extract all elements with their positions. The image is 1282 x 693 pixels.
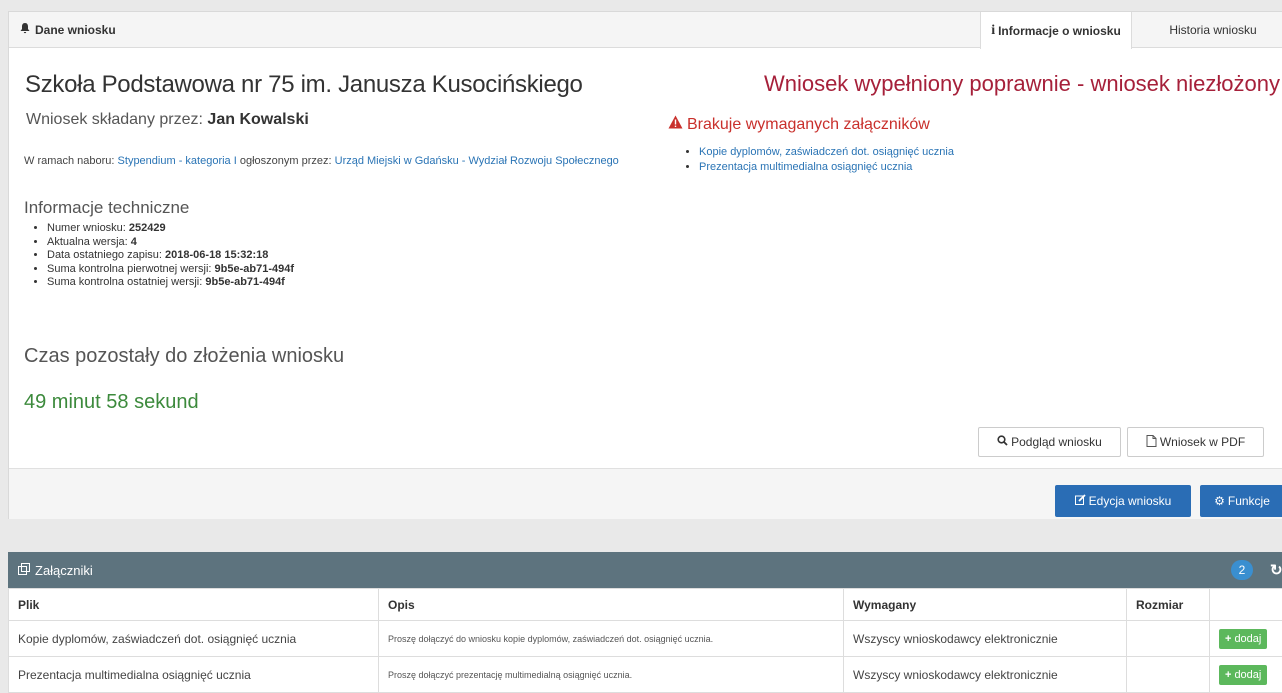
- description-cell: Proszę dołączyć prezentację multimedialn…: [378, 656, 844, 693]
- description-cell: Proszę dołączyć do wniosku kopie dyplomó…: [378, 620, 844, 657]
- edit-icon: [1074, 494, 1086, 508]
- add-button[interactable]: + dodaj: [1219, 664, 1268, 685]
- attachments-panel: Załączniki 2 ↻ Plik Opis Wymagany Rozmia…: [8, 552, 1282, 693]
- file-cell: Prezentacja multimedialna osiągnięć uczn…: [8, 656, 379, 693]
- attachments-table: Plik Opis Wymagany Rozmiar Kopie dyplomó…: [8, 588, 1282, 693]
- add-label: dodaj: [1234, 632, 1262, 645]
- file-cell: Kopie dyplomów, zaświadczeń dot. osiągni…: [8, 620, 379, 657]
- attachments-header: Załączniki 2 ↻: [8, 552, 1282, 588]
- list-item: Numer wniosku: 252429: [47, 222, 294, 236]
- edit-button[interactable]: Edycja wniosku: [1055, 485, 1191, 517]
- table-row: Kopie dyplomów, zaświadczeń dot. osiągni…: [8, 620, 1282, 657]
- edit-label: Edycja wniosku: [1088, 494, 1172, 508]
- submitted-by: Wniosek składany przez: Jan Kowalski: [26, 111, 309, 129]
- required-cell: Wszyscy wnioskodawcy elektronicznie: [843, 656, 1127, 693]
- functions-label: Funkcje: [1227, 494, 1270, 508]
- action-cell: + dodaj: [1209, 620, 1282, 657]
- search-icon: [997, 435, 1008, 449]
- list-item: Data ostatniego zapisu: 2018-06-18 15:32…: [47, 249, 294, 263]
- list-item[interactable]: Prezentacja multimedialna osiągnięć uczn…: [699, 160, 954, 175]
- tab-historia[interactable]: Historia wniosku: [1133, 12, 1282, 48]
- pdf-button[interactable]: Wniosek w PDF: [1127, 427, 1264, 457]
- column-header: [1209, 588, 1282, 621]
- list-item: Suma kontrolna pierwotnej wersji: 9b5e-a…: [47, 263, 294, 277]
- nabor-prefix: W ramach naboru:: [24, 155, 115, 167]
- attachments-title: Załączniki: [18, 563, 93, 578]
- time-remaining-value: 49 minut 58 sekund: [24, 391, 199, 413]
- missing-list: Kopie dyplomów, zaświadczeń dot. osiągni…: [699, 145, 954, 175]
- list-item[interactable]: Kopie dyplomów, zaświadczeń dot. osiągni…: [699, 145, 954, 160]
- warning-icon: [668, 115, 683, 134]
- plus-icon: +: [1225, 632, 1232, 645]
- preview-label: Podgląd wniosku: [1011, 435, 1102, 449]
- panel-title: Dane wniosku: [19, 22, 116, 37]
- list-item: Aktualna wersja: 4: [47, 236, 294, 250]
- size-cell: [1126, 620, 1210, 657]
- tab-informacje[interactable]: i Informacje o wniosku: [980, 12, 1132, 49]
- copy-icon: [18, 563, 30, 578]
- add-button[interactable]: + dodaj: [1219, 628, 1268, 649]
- size-cell: [1126, 656, 1210, 693]
- attachments-count-badge: 2: [1231, 560, 1253, 580]
- announced-by-link[interactable]: Urząd Miejski w Gdańsku - Wydział Rozwoj…: [335, 155, 619, 167]
- gear-icon: ⚙: [1214, 494, 1225, 508]
- missing-title-text: Brakuje wymaganych załączników: [687, 115, 930, 133]
- tab-informacje-label: Informacje o wniosku: [998, 23, 1121, 38]
- nabor-link[interactable]: Stypendium - kategoria I: [118, 155, 237, 167]
- add-label: dodaj: [1234, 668, 1262, 681]
- submitted-by-name: Jan Kowalski: [207, 111, 309, 128]
- column-header: Wymagany: [843, 588, 1127, 621]
- column-header: Opis: [378, 588, 844, 621]
- missing-attachments-title: Brakuje wymaganych załączników: [668, 115, 930, 134]
- application-panel: Dane wniosku i Informacje o wniosku Hist…: [8, 11, 1282, 519]
- functions-button[interactable]: ⚙ Funkcje: [1200, 485, 1282, 517]
- panel-title-text: Dane wniosku: [35, 22, 116, 37]
- refresh-icon[interactable]: ↻: [1270, 561, 1282, 579]
- list-item: Suma kontrolna ostatniej wersji: 9b5e-ab…: [47, 276, 294, 290]
- column-header: Rozmiar: [1126, 588, 1210, 621]
- time-remaining-title: Czas pozostały do złożenia wniosku: [24, 345, 345, 367]
- nabor-info: W ramach naboru: Stypendium - kategoria …: [24, 153, 644, 169]
- column-header: Plik: [8, 588, 379, 621]
- preview-button[interactable]: Podgląd wniosku: [978, 427, 1121, 457]
- action-cell: + dodaj: [1209, 656, 1282, 693]
- plus-icon: +: [1225, 668, 1232, 681]
- bell-icon: [19, 22, 31, 37]
- tech-info-title: Informacje techniczne: [24, 198, 190, 217]
- info-icon: i: [991, 22, 996, 38]
- panel-header: Dane wniosku i Informacje o wniosku Hist…: [9, 12, 1282, 49]
- tab-historia-label: Historia wniosku: [1169, 23, 1257, 37]
- announced-by-label: ogłoszonym przez:: [239, 155, 332, 167]
- pdf-file-icon: [1146, 434, 1157, 450]
- attachments-title-text: Załączniki: [35, 563, 93, 578]
- school-title: Szkoła Podstawowa nr 75 im. Janusza Kuso…: [25, 71, 583, 98]
- tech-info-list: Numer wniosku: 252429 Aktualna wersja: 4…: [47, 222, 294, 290]
- table-header-row: Plik Opis Wymagany Rozmiar: [8, 588, 1282, 621]
- required-cell: Wszyscy wnioskodawcy elektronicznie: [843, 620, 1127, 657]
- table-row: Prezentacja multimedialna osiągnięć uczn…: [8, 656, 1282, 693]
- submitted-by-label: Wniosek składany przez:: [26, 111, 203, 128]
- pdf-label: Wniosek w PDF: [1159, 435, 1246, 449]
- status-text: Wniosek wypełniony poprawnie - wniosek n…: [763, 71, 1280, 96]
